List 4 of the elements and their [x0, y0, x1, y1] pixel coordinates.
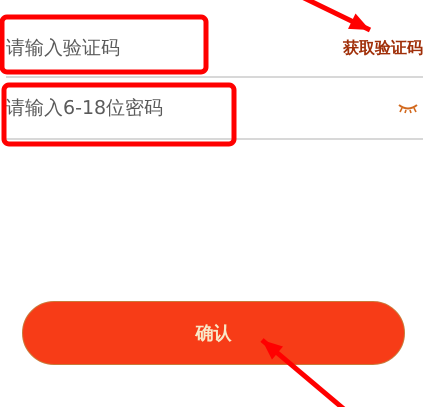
input-field[interactable]: 请输入验证码: [6, 37, 343, 59]
closed-eye-icon[interactable]: [397, 102, 419, 114]
input-field[interactable]: 请输入6-18位密码: [6, 97, 397, 119]
get-code-button[interactable]: 获取验证码: [343, 38, 423, 58]
